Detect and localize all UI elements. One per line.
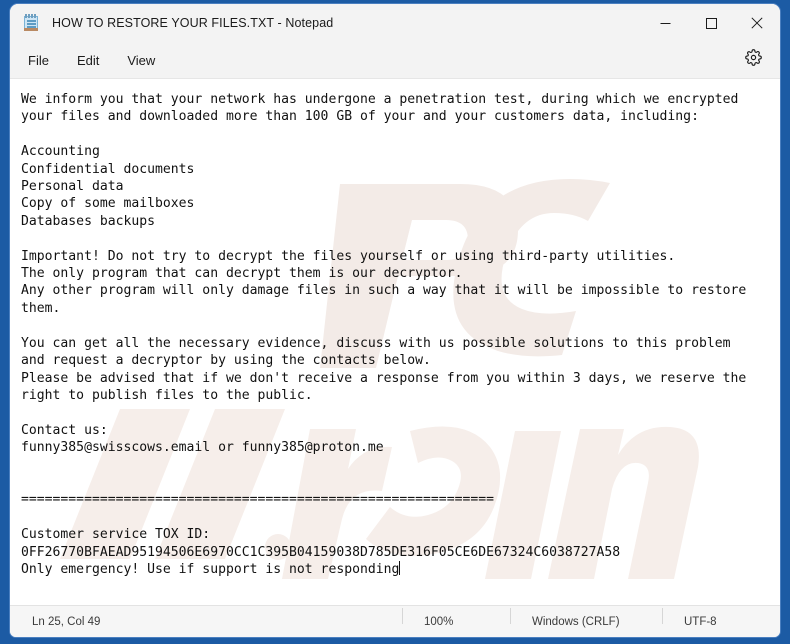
minimize-icon xyxy=(660,18,671,29)
notepad-window: HOW TO RESTORE YOUR FILES.TXT - Notepad … xyxy=(10,4,780,637)
status-bar: Ln 25, Col 49 100% Windows (CRLF) UTF-8 xyxy=(10,605,780,637)
menu-item-file[interactable]: File xyxy=(18,48,59,73)
status-encoding[interactable]: UTF-8 xyxy=(662,607,780,628)
text-content[interactable]: We inform you that your network has unde… xyxy=(10,79,780,605)
maximize-icon xyxy=(705,17,717,29)
maximize-button[interactable] xyxy=(688,4,734,42)
window-controls xyxy=(642,4,780,42)
text-caret xyxy=(399,560,401,575)
close-button[interactable] xyxy=(734,4,780,42)
editor-area[interactable]: We inform you that your network has unde… xyxy=(10,79,780,605)
menu-item-edit[interactable]: Edit xyxy=(67,48,109,73)
status-line-ending[interactable]: Windows (CRLF) xyxy=(510,607,662,628)
close-icon xyxy=(751,17,763,29)
gear-icon xyxy=(744,49,762,71)
status-zoom-level[interactable]: 100% xyxy=(402,607,510,628)
window-title: HOW TO RESTORE YOUR FILES.TXT - Notepad xyxy=(52,16,334,30)
menu-bar: File Edit View xyxy=(10,42,780,79)
notepad-icon xyxy=(22,14,40,32)
status-cursor-position: Ln 25, Col 49 xyxy=(32,615,101,628)
menu-item-view[interactable]: View xyxy=(117,48,165,73)
settings-button[interactable] xyxy=(736,45,770,75)
title-bar[interactable]: HOW TO RESTORE YOUR FILES.TXT - Notepad xyxy=(10,4,780,42)
minimize-button[interactable] xyxy=(642,4,688,42)
